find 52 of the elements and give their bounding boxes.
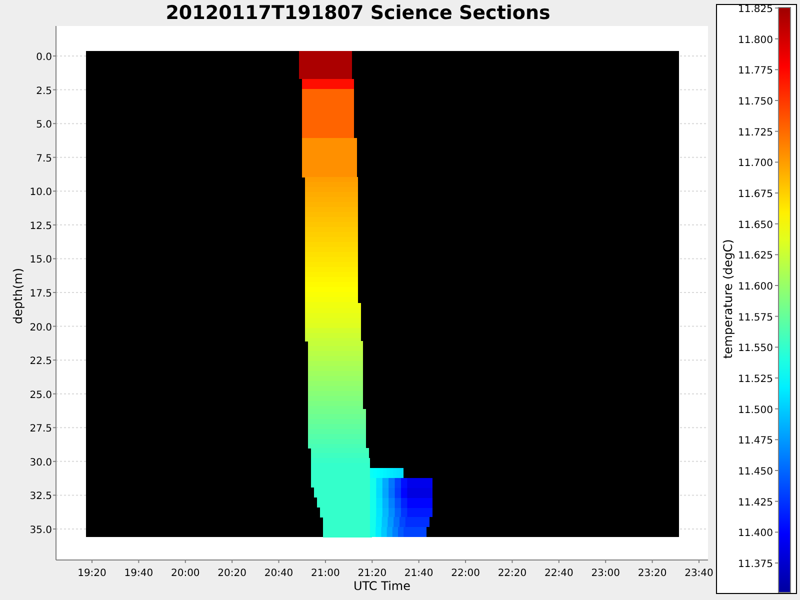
colorbar-tick-label: 11.650 [738, 220, 773, 231]
x-tick-label: 21:20 [358, 568, 387, 579]
y-tick-label: 7.5 [36, 153, 52, 164]
x-tick-label: 22:20 [498, 568, 527, 579]
colorbar-tick-label: 11.525 [738, 374, 773, 385]
x-tick-label: 21:00 [311, 568, 340, 579]
colorbar-tick-label: 11.475 [738, 436, 773, 447]
y-tick-label: 0.0 [36, 52, 52, 63]
colorbar-tick-label: 11.500 [738, 404, 773, 416]
x-tick-label: 23:00 [591, 568, 620, 579]
y-tick-label: 25.0 [30, 390, 52, 401]
colorbar-tick-label: 11.775 [738, 66, 773, 77]
y-tick-label: 35.0 [30, 525, 52, 536]
colorbar-tick-label: 11.675 [738, 189, 773, 200]
y-tick-label: 5.0 [36, 120, 52, 131]
y-tick-label: 22.5 [30, 356, 52, 368]
y-axis-title: depth(m) [11, 268, 25, 324]
x-tick-label: 22:00 [451, 568, 480, 579]
colorbar-tick-label: 11.450 [738, 466, 773, 478]
x-tick-label: 23:40 [684, 568, 714, 579]
x-tick-label: 22:40 [544, 568, 574, 579]
x-axis-title: UTC Time [354, 579, 410, 593]
colorbar-tick-label: 11.625 [738, 250, 773, 262]
colorbar-tick-label: 11.600 [738, 282, 773, 292]
colorbar-tick-label: 11.825 [738, 4, 773, 15]
y-tick-label: 12.5 [30, 220, 52, 232]
y-tick-label: 10.0 [30, 187, 52, 198]
x-tick-label: 23:20 [638, 568, 667, 579]
colorbar-tick-label: 11.725 [738, 127, 773, 138]
x-tick-label: 20:00 [170, 568, 200, 579]
chart-title: 20120117T191807 Science Sections [166, 2, 550, 24]
colorbar-tick-label: 11.425 [738, 497, 773, 508]
y-tick-label: 17.5 [30, 288, 52, 300]
y-tick-label: 20.0 [30, 322, 52, 334]
colorbar-tick-label: 11.400 [738, 528, 773, 540]
colorbar-tick-label: 11.700 [738, 158, 773, 170]
colorbar-title: temperature (degC) [721, 239, 735, 359]
colorbar-tick-label: 11.800 [738, 34, 773, 46]
y-tick-label: 32.5 [30, 491, 52, 502]
x-tick-label: 20:40 [264, 568, 294, 579]
x-tick-label: 19:20 [78, 568, 106, 579]
y-tick-label: 30.0 [30, 457, 52, 468]
y-tick-label: 15.0 [30, 254, 52, 266]
colorbar-tick-label: 11.575 [738, 312, 773, 324]
colorbar-tick-label: 11.550 [738, 343, 773, 354]
y-tick-label: 27.5 [30, 424, 52, 435]
y-tick-label: 2.5 [36, 86, 52, 97]
x-tick-label: 20:20 [218, 568, 246, 579]
x-tick-label: 21:40 [404, 568, 434, 579]
colorbar-tick-label: 11.375 [738, 559, 773, 570]
colorbar-tick-label: 11.750 [738, 96, 773, 108]
x-tick-label: 19:40 [124, 568, 154, 579]
